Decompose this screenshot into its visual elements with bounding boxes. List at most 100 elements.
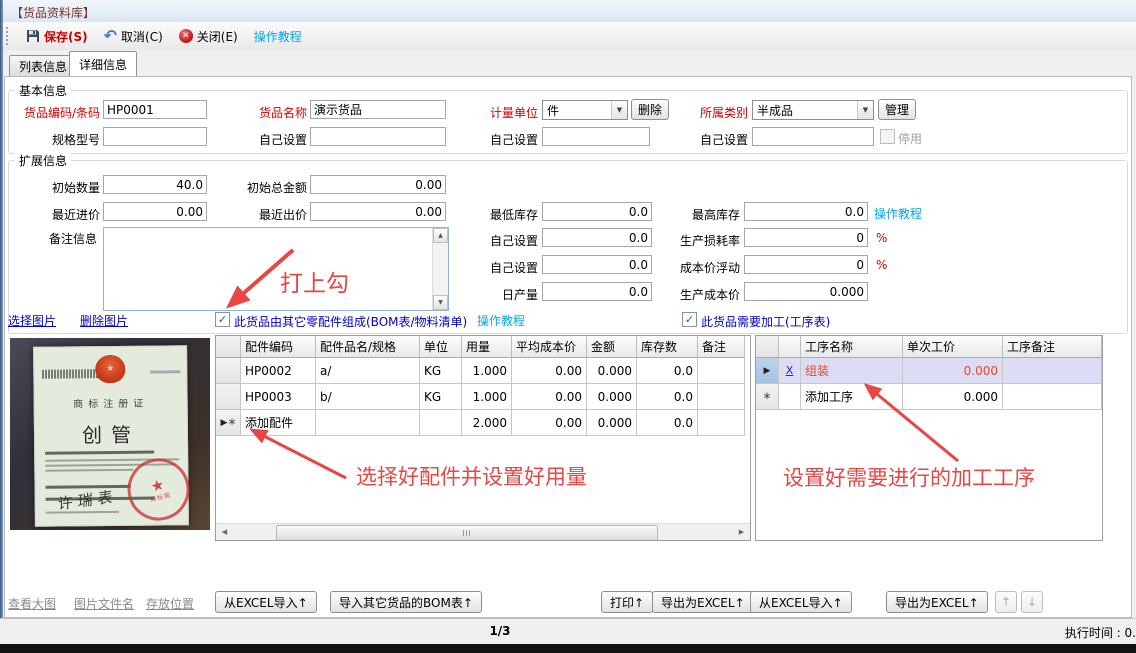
daily-output-input[interactable] (542, 282, 652, 301)
select-image-link[interactable]: 选择图片 (8, 312, 56, 329)
process-checkbox[interactable] (682, 312, 697, 327)
storage-location-link[interactable]: 存放位置 (146, 595, 194, 612)
bom-hscrollbar[interactable]: ◀ ▶ (216, 523, 750, 540)
memo-scrollbar[interactable]: ▲ ▼ (432, 228, 448, 310)
undo-arrow-icon: ↶ (104, 30, 117, 42)
certificate-title: 商标注册证 (35, 394, 187, 411)
bom-row-1[interactable]: HP0002 a/ KG 1.000 0.00 0.000 0.0 (216, 358, 745, 384)
bom-export-excel-button[interactable]: 导出为EXCEL↑ (652, 591, 754, 613)
float-percent-sign: % (876, 258, 887, 272)
process-row-1-selected[interactable]: ▶ X 组装 0.000 (756, 358, 1102, 384)
close-button[interactable]: ✕ 关闭(E) (171, 24, 246, 48)
custom-stock-input-2[interactable] (542, 255, 652, 274)
init-amount-input[interactable] (310, 175, 446, 194)
add-process-cell[interactable]: 添加工序 (801, 384, 903, 410)
custom-input-1[interactable] (310, 127, 446, 146)
add-component-cell[interactable]: 添加配件 (241, 410, 316, 436)
recent-buy-label: 最近进价 (6, 206, 100, 223)
init-qty-input[interactable] (103, 175, 207, 194)
remark-textarea[interactable]: ▲ ▼ (103, 227, 449, 311)
category-combobox[interactable]: 半成品 ▼ (752, 100, 874, 120)
scroll-left-icon[interactable]: ◀ (216, 524, 233, 540)
init-qty-label: 初始数量 (6, 179, 100, 196)
execution-time: 执行时间 : 0. (1065, 624, 1136, 641)
cancel-button[interactable]: ↶ 取消(C) (96, 24, 171, 48)
extended-group-title: 扩展信息 (15, 152, 71, 169)
bom-new-row[interactable]: ▶* 添加配件 2.000 0.00 0.000 0.0 (216, 410, 745, 436)
save-button[interactable]: 保存(S) (18, 24, 96, 48)
recent-sell-input[interactable] (310, 202, 446, 221)
bom-import-other-button[interactable]: 导入其它货品的BOM表↑ (330, 591, 482, 613)
scroll-right-icon[interactable]: ▶ (733, 524, 750, 540)
delete-image-link[interactable]: 删除图片 (80, 312, 128, 329)
bom-row-2[interactable]: HP0003 b/ KG 1.000 0.00 0.000 0.0 (216, 384, 745, 410)
barcode-icon (42, 369, 100, 379)
min-stock-input[interactable] (542, 202, 652, 221)
row-selector-current[interactable]: ▶* (216, 410, 241, 436)
goods-name-label: 货品名称 (243, 104, 307, 121)
row-selector-current[interactable]: ▶ (756, 358, 779, 384)
custom-input-3[interactable] (752, 127, 874, 146)
process-header-row: 工序名称 单次工价 工序备注 (756, 336, 1102, 358)
custom-input-2[interactable] (542, 127, 650, 146)
bom-tutorial-link[interactable]: 操作教程 (477, 312, 525, 329)
bom-table-panel: 配件编码 配件品名/规格 单位 用量 平均成本价 金额 库存数 备注 HP000… (215, 335, 751, 541)
new-row-icon: * (764, 395, 771, 403)
goods-code-label: 货品编码/条码 (6, 104, 100, 121)
move-down-button[interactable]: ↓ (1021, 591, 1043, 613)
chevron-down-icon: ▼ (611, 101, 627, 119)
bom-header-row: 配件编码 配件品名/规格 单位 用量 平均成本价 金额 库存数 备注 (216, 336, 745, 358)
goods-photo[interactable]: ★ 商标注册证 创管 ★ 商标局 许瑞表 (10, 338, 210, 530)
goods-name-input[interactable] (310, 100, 446, 119)
unit-delete-button[interactable]: 删除 (631, 99, 669, 120)
max-stock-input[interactable] (744, 202, 868, 221)
floppy-disk-icon (26, 29, 40, 43)
bom-import-excel-button[interactable]: 从EXCEL导入↑ (215, 591, 317, 613)
init-amount-label: 初始总金额 (235, 179, 307, 196)
unit-combobox[interactable]: 件 ▼ (542, 100, 628, 120)
scroll-thumb[interactable] (276, 525, 658, 541)
recent-buy-input[interactable] (103, 202, 207, 221)
goods-code-input[interactable] (103, 100, 207, 119)
custom-label-1: 自己设置 (243, 131, 307, 148)
disable-label: 停用 (898, 130, 922, 147)
loss-rate-input[interactable] (744, 228, 868, 247)
process-export-excel-button[interactable]: 导出为EXCEL↑ (886, 591, 988, 613)
process-new-row[interactable]: * 添加工序 0.000 (756, 384, 1102, 410)
delete-row-link[interactable]: X (779, 358, 801, 384)
scroll-down-icon[interactable]: ▼ (433, 295, 448, 310)
tab-list-info[interactable]: 列表信息 (9, 55, 77, 76)
window-left-border (0, 0, 3, 653)
category-manage-button[interactable]: 管理 (878, 99, 916, 120)
tab-detail-info[interactable]: 详细信息 (69, 51, 137, 76)
page-indicator: 1/3 (400, 624, 600, 638)
spec-label: 规格型号 (6, 131, 100, 148)
disable-checkbox[interactable] (880, 129, 895, 144)
cost-float-input[interactable] (744, 255, 868, 274)
process-import-excel-button[interactable]: 从EXCEL导入↑ (750, 591, 852, 613)
prod-cost-input[interactable] (744, 282, 868, 301)
scroll-up-icon[interactable]: ▲ (433, 228, 448, 243)
row-selector[interactable] (216, 358, 241, 384)
row-selector[interactable] (216, 384, 241, 410)
extended-tutorial-link[interactable]: 操作教程 (874, 205, 922, 222)
custom-label-3: 自己设置 (688, 131, 748, 148)
spec-input[interactable] (103, 127, 207, 146)
cancel-label: 取消(C) (121, 28, 163, 45)
bom-checkbox[interactable] (215, 312, 230, 327)
toolbar-grip-icon (6, 27, 13, 45)
loss-rate-label: 生产损耗率 (666, 232, 740, 249)
process-table-panel: 工序名称 单次工价 工序备注 ▶ X 组装 0.000 * 添加工序 0.000 (755, 335, 1103, 541)
custom-stock-label-1: 自己设置 (478, 232, 538, 249)
custom-stock-input-1[interactable] (542, 228, 652, 247)
window-title: 【货品资料库】 (11, 4, 95, 21)
move-up-button[interactable]: ↑ (995, 591, 1017, 613)
view-large-link[interactable]: 查看大图 (8, 595, 56, 612)
signature: 许瑞表 (58, 485, 118, 514)
toolbar-tutorial-link[interactable]: 操作教程 (246, 24, 310, 48)
print-button[interactable]: 打印↑ (601, 591, 653, 613)
new-row-selector[interactable]: * (756, 384, 779, 410)
category-label: 所属类别 (688, 104, 748, 121)
current-row-icon: ▶ (764, 366, 771, 376)
image-filename-link[interactable]: 图片文件名 (74, 595, 134, 612)
